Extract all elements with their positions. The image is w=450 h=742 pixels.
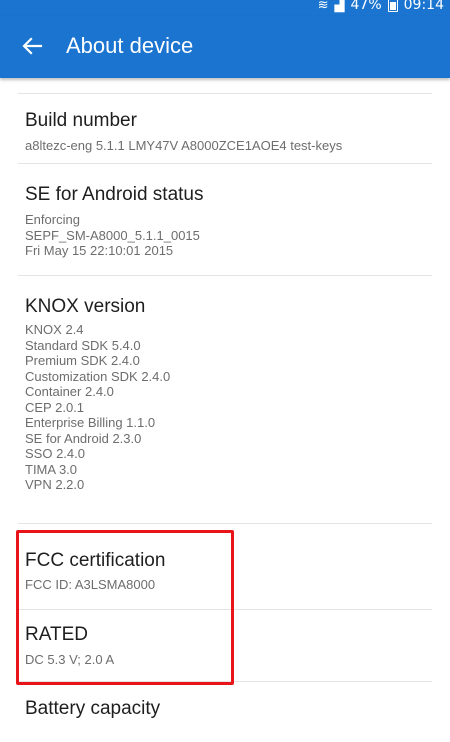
item-line: Enforcing [25,212,80,227]
item-line: CEP 2.0.1 [25,399,85,415]
item-title: Build number [25,110,137,131]
wifi-icon: ≋ [317,0,329,13]
back-arrow-icon [22,37,43,55]
item-title: SE for Android status [25,184,204,205]
battery-percent: 47% [350,0,382,13]
page-title: About device [66,33,194,58]
item-lines: a8ltezc-eng 5.1.1 LMY47V A8000ZCE1AOE4 t… [25,138,342,154]
status-icons: ≋ ▟ 47% 09:14 [318,0,444,13]
item-line: Container 2.4.0 [25,384,114,399]
item-title: KNOX version [25,296,146,317]
item-line: KNOX 2.4 [25,322,84,337]
item-line: a8ltezc-eng 5.1.1 LMY47V A8000ZCE1AOE4 t… [25,138,343,153]
list-item-battery-capacity[interactable]: Battery capacity [0,682,450,742]
item-line: SSO 2.4.0 [25,446,85,461]
item-line: Fri May 15 22:10:01 2015 [25,243,174,258]
item-lines: KNOX 2.4 Standard SDK 5.4.0 Premium SDK … [25,322,170,493]
signal-icon: ▟ [334,0,345,13]
item-lines: Enforcing SEPF_SM-A8000_5.1.1_0015 Fri M… [25,212,200,259]
item-line: Customization SDK 2.4.0 [25,368,171,384]
item-line: Premium SDK 2.4.0 [25,353,140,368]
item-line: Enterprise Billing 1.1.0 [25,415,156,430]
status-bar: ≋ ▟ 47% 09:14 [0,0,450,16]
list-item-se-android-status[interactable]: SE for Android status Enforcing SEPF_SM-… [0,164,450,284]
app-bar: About device [0,16,450,78]
item-line: Standard SDK 5.4.0 [25,337,141,353]
item-line: TIMA 3.0 [25,461,78,477]
battery-icon [387,0,398,12]
item-title: Battery capacity [25,698,161,719]
list-item-knox-version[interactable]: KNOX version KNOX 2.4 Standard SDK 5.4.0… [0,276,450,526]
back-button[interactable] [16,30,48,62]
highlight-box [16,530,234,685]
item-line: VPN 2.2.0 [25,477,85,492]
item-line: SE for Android 2.3.0 [25,430,142,446]
item-line: SEPF_SM-A8000_5.1.1_0015 [25,227,200,243]
status-time: 09:14 [403,0,444,13]
